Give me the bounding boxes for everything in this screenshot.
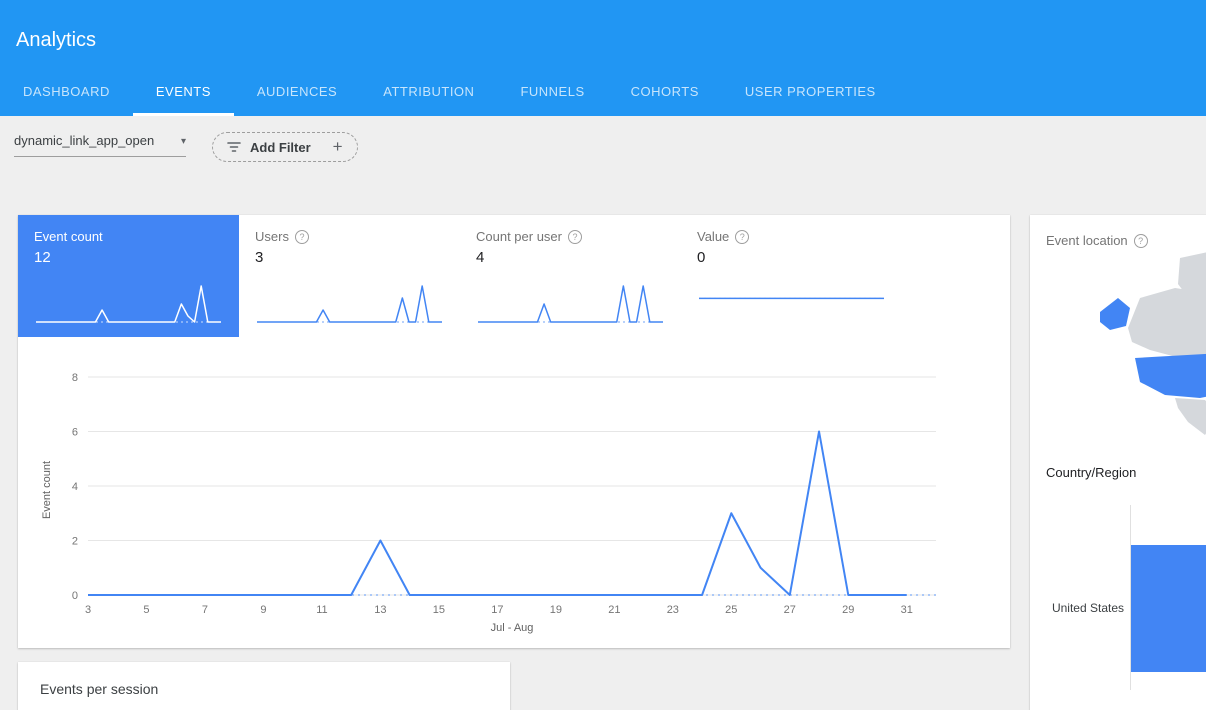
tab-funnels[interactable]: FUNNELS (497, 70, 607, 116)
svg-text:6: 6 (72, 427, 78, 439)
help-icon[interactable]: ? (295, 230, 309, 244)
svg-text:25: 25 (725, 604, 737, 616)
metric-label: Event count (34, 229, 223, 244)
svg-text:11: 11 (316, 604, 327, 616)
metric-tiles: Event count 12 Users ? 3 Count per user … (18, 215, 902, 337)
dropdown-caret-icon: ▾ (181, 135, 186, 148)
help-icon[interactable]: ? (1134, 234, 1148, 248)
help-icon[interactable]: ? (735, 230, 749, 244)
canada-shape (1128, 288, 1206, 358)
tab-events[interactable]: EVENTS (133, 70, 234, 116)
svg-text:3: 3 (85, 604, 91, 616)
add-filter-label: Add Filter (250, 140, 311, 155)
help-icon[interactable]: ? (568, 230, 582, 244)
united-states-shape (1135, 352, 1206, 398)
metric-label: Count per user (476, 229, 562, 244)
count-per-user-sparkline (476, 279, 665, 325)
events-per-session-card: Events per session (18, 662, 510, 710)
metric-label: Users (255, 229, 289, 244)
metric-tile-count-per-user[interactable]: Count per user ? 4 (460, 215, 681, 337)
tab-bar: DASHBOARD EVENTS AUDIENCES ATTRIBUTION F… (0, 70, 899, 116)
metric-value: 4 (476, 249, 665, 266)
svg-text:15: 15 (433, 604, 445, 616)
filter-icon (227, 141, 241, 153)
svg-text:17: 17 (491, 604, 503, 616)
alaska-shape (1100, 298, 1130, 330)
svg-text:13: 13 (374, 604, 386, 616)
users-sparkline (255, 279, 444, 325)
metric-tile-event-count[interactable]: Event count 12 (18, 215, 239, 337)
metric-value: 12 (34, 249, 223, 266)
svg-text:31: 31 (901, 604, 913, 616)
united-states-bar (1131, 545, 1206, 672)
event-location-card: Event location ? Country/Region United S… (1030, 215, 1206, 710)
svg-text:7: 7 (202, 604, 208, 616)
svg-text:0: 0 (72, 590, 78, 602)
svg-text:2: 2 (72, 536, 78, 548)
event-location-title: Event location (1046, 233, 1128, 248)
svg-text:29: 29 (842, 604, 854, 616)
svg-text:19: 19 (550, 604, 562, 616)
metric-value: 0 (697, 249, 886, 266)
events-per-session-title: Events per session (40, 681, 158, 697)
svg-text:27: 27 (784, 604, 796, 616)
events-overview-card: Event count 12 Users ? 3 Count per user … (18, 215, 1010, 648)
mexico-shape (1175, 398, 1206, 435)
event-selector-dropdown[interactable]: dynamic_link_app_open ▾ (14, 133, 186, 157)
svg-text:21: 21 (608, 604, 620, 616)
metric-tile-users[interactable]: Users ? 3 (239, 215, 460, 337)
add-filter-button[interactable]: Add Filter + (212, 132, 358, 162)
tab-dashboard[interactable]: DASHBOARD (0, 70, 133, 116)
tab-cohorts[interactable]: COHORTS (608, 70, 722, 116)
event-selector-value: dynamic_link_app_open (14, 133, 154, 148)
metric-value: 3 (255, 249, 444, 266)
tab-user-properties[interactable]: USER PROPERTIES (722, 70, 899, 116)
value-sparkline (697, 279, 886, 325)
page-title: Analytics (16, 29, 96, 52)
event-count-sparkline (34, 279, 223, 325)
tab-audiences[interactable]: AUDIENCES (234, 70, 360, 116)
country-region-label: Country/Region (1046, 465, 1136, 480)
world-map[interactable] (1080, 250, 1206, 465)
svg-text:9: 9 (260, 604, 266, 616)
svg-text:Jul - Aug: Jul - Aug (491, 622, 534, 634)
metric-tile-value[interactable]: Value ? 0 (681, 215, 902, 337)
svg-text:8: 8 (72, 372, 78, 384)
event-count-chart: 0 2 4 6 8 3 5 7 9 11 13 15 17 19 21 23 25 27 29 31 Jul - Aug (46, 363, 996, 635)
tab-attribution[interactable]: ATTRIBUTION (360, 70, 497, 116)
country-name-label: United States (1030, 601, 1124, 615)
plus-icon: + (333, 137, 343, 157)
app-header: Analytics DASHBOARD EVENTS AUDIENCES ATT… (0, 0, 1206, 116)
svg-text:5: 5 (143, 604, 149, 616)
metric-label: Value (697, 229, 729, 244)
svg-text:23: 23 (667, 604, 679, 616)
svg-text:4: 4 (72, 481, 78, 493)
